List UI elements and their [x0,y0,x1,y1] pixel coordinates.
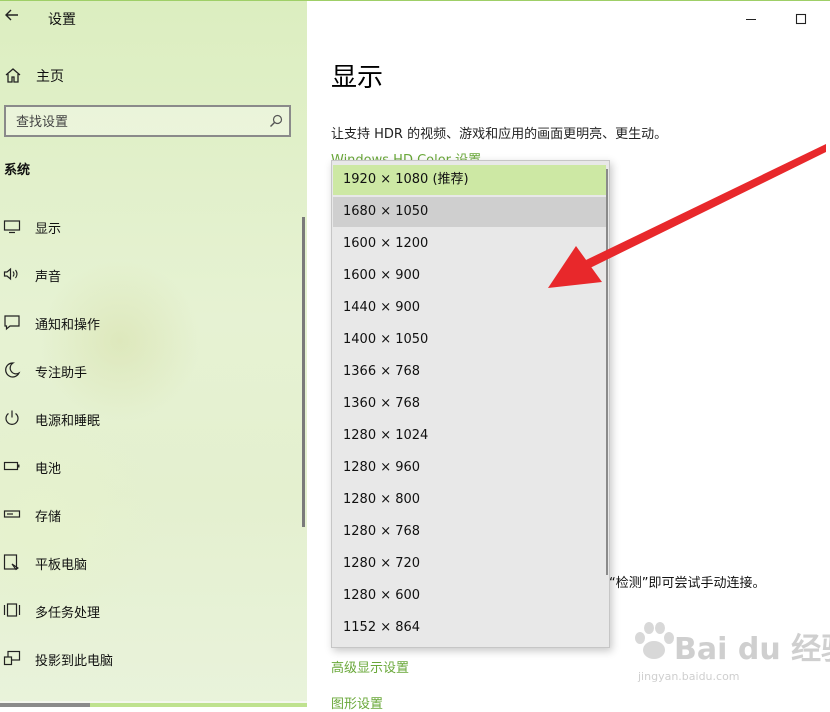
baidu-watermark: Bai du 经验 jingyan.baidu.com [630,618,830,688]
power-icon [3,409,21,427]
sidebar-item-focus-assist[interactable]: 专注助手 [0,357,296,385]
sidebar-bottom-edge [0,701,307,707]
detect-hint-text: “检测”即可尝试手动连接。 [609,576,766,591]
maximize-icon[interactable] [791,9,811,29]
back-arrow-icon[interactable] [2,7,22,27]
search-icon[interactable] [269,113,283,127]
settings-sidebar: 设置 主页 系统 显示 [0,0,307,707]
resolution-option[interactable]: 1280 × 800 [333,485,606,515]
home-icon [4,66,22,88]
sidebar-item-power-sleep[interactable]: 电源和睡眠 [0,405,296,433]
paw-logo-icon [635,622,674,659]
watermark-text: Bai du 经验 [674,632,830,667]
sidebar-item-label: 电源和睡眠 [35,414,101,429]
section-title: 系统 [4,163,31,178]
search-box [4,105,291,137]
app-title: 设置 [48,12,76,28]
sidebar-item-multitasking[interactable]: 多任务处理 [0,597,296,625]
resolution-option[interactable]: 1366 × 768 [333,357,606,387]
sidebar-item-label: 投影到此电脑 [35,654,114,669]
sidebar-item-label: 存储 [35,510,62,525]
moon-icon [3,361,21,379]
tablet-icon [3,553,21,571]
resolution-option[interactable]: 1280 × 600 [333,581,606,611]
bottom-edge-segment [0,703,90,707]
advanced-display-settings-link[interactable]: 高级显示设置 [331,657,409,676]
sidebar-item-project[interactable]: 投影到此电脑 [0,645,296,673]
project-icon [3,649,21,667]
resolution-option[interactable]: 1440 × 900 [333,293,606,323]
storage-icon [3,505,21,523]
sidebar-item-battery[interactable]: 电池 [0,453,296,481]
sidebar-item-display[interactable]: 显示 [0,213,296,241]
resolution-option-hovered[interactable]: 1680 × 1050 [333,197,606,227]
sidebar-item-sound[interactable]: 声音 [0,261,296,289]
resolution-option[interactable]: 1400 × 1050 [333,325,606,355]
resolution-option[interactable]: 1280 × 1024 [333,421,606,451]
resolution-option[interactable]: 1600 × 1200 [333,229,606,259]
sidebar-item-storage[interactable]: 存储 [0,501,296,529]
battery-icon [3,457,21,475]
sidebar-scrollbar[interactable] [302,217,305,527]
notification-icon [3,313,21,331]
minimize-icon[interactable] [741,9,761,29]
resolution-option[interactable]: 1280 × 720 [333,549,606,579]
sidebar-item-home[interactable]: 主页 [0,61,300,89]
sidebar-item-label: 显示 [35,222,62,237]
sidebar-item-label: 声音 [35,270,62,285]
sidebar-item-label: 通知和操作 [35,318,101,333]
bottom-edge-segment [90,703,307,707]
graphics-settings-link[interactable]: 图形设置 [331,693,383,712]
search-input[interactable] [14,111,258,133]
resolution-option[interactable]: 1280 × 960 [333,453,606,483]
watermark-url: jingyan.baidu.com [638,670,740,683]
dropdown-scrollbar[interactable] [606,169,608,575]
speaker-icon [3,265,21,283]
resolution-option[interactable]: 1280 × 768 [333,517,606,547]
sidebar-item-tablet[interactable]: 平板电脑 [0,549,296,577]
sidebar-item-notifications[interactable]: 通知和操作 [0,309,296,337]
resolution-option[interactable]: 1600 × 900 [333,261,606,291]
sidebar-item-label: 多任务处理 [35,606,101,621]
multitask-icon [3,601,21,619]
sidebar-item-label: 平板电脑 [35,558,88,573]
sidebar-item-home-label: 主页 [36,69,64,85]
hdr-description: 让支持 HDR 的视频、游戏和应用的画面更明亮、更生动。 [331,127,668,142]
sidebar-item-label: 专注助手 [35,366,88,381]
sidebar-item-label: 电池 [35,462,62,477]
page-title: 显示 [331,63,384,93]
title-bar-left: 设置 [0,1,307,37]
resolution-option[interactable]: 1152 × 864 [333,613,606,643]
resolution-option-selected[interactable]: 1920 × 1080 (推荐) [333,165,606,195]
resolution-option[interactable]: 1360 × 768 [333,389,606,419]
resolution-dropdown-list: 1920 × 1080 (推荐) 1680 × 1050 1600 × 1200… [331,160,610,648]
monitor-icon [3,217,21,235]
